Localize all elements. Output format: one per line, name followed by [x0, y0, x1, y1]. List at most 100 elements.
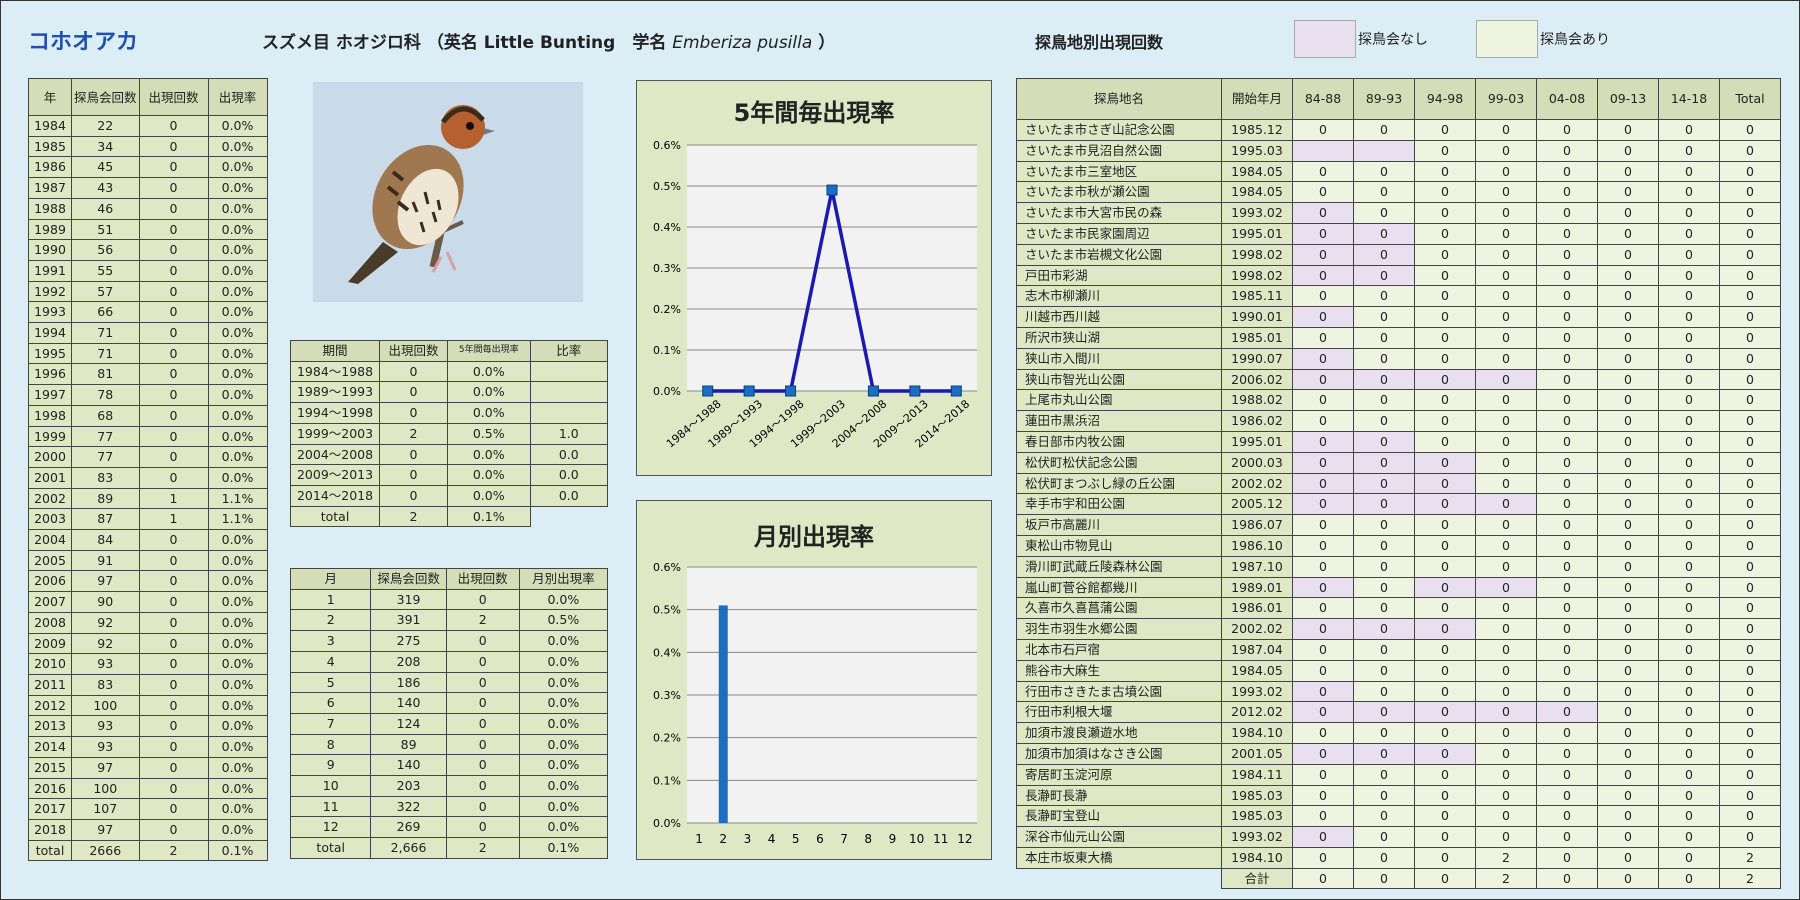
- monthly-cell: 0.1%: [518, 837, 609, 859]
- yearly-row: 1990 56 0 0.0%: [28, 239, 268, 261]
- yearly-cell: 2000: [28, 446, 72, 468]
- location-count-cell: 0: [1597, 326, 1659, 349]
- period-row: 1994～1998 0 0.0%: [289, 402, 609, 424]
- location-count-cell: 0: [1536, 451, 1598, 474]
- location-count-cell: 0: [1536, 493, 1598, 516]
- bar-xtick-label: 5: [792, 832, 800, 846]
- location-count-cell: 0: [1292, 659, 1354, 682]
- yearly-cell: 2011: [28, 673, 72, 696]
- location-count-cell: 0: [1353, 160, 1415, 183]
- location-count-cell: 0: [1536, 618, 1598, 640]
- legend-ari-label: 探鳥会あり: [1540, 32, 1610, 48]
- yearly-cell: 71: [71, 322, 140, 344]
- location-row: 北本市石戸宿 1987.04 0 0 0 0 0 0 0 0: [1016, 638, 1781, 661]
- yearly-cell: 0: [138, 404, 209, 427]
- species-title: コホオアカ: [28, 30, 139, 55]
- location-count-cell: 0: [1597, 430, 1659, 453]
- location-start-date: 1993.02: [1221, 202, 1293, 224]
- location-count-cell: 0: [1292, 805, 1354, 828]
- yearly-cell: 0: [138, 425, 209, 448]
- yearly-cell: 97: [71, 756, 140, 779]
- location-count-cell: 0: [1536, 763, 1598, 786]
- period-cell: 0: [379, 360, 448, 383]
- location-table-title: 探鳥地別出現回数: [1035, 33, 1164, 52]
- location-row: 蓮田市黒浜沼 1986.02 0 0 0 0 0 0 0 0: [1016, 410, 1781, 432]
- location-count-cell: 0: [1414, 410, 1476, 432]
- location-count-cell: 0: [1658, 160, 1720, 183]
- location-count-cell: 0: [1475, 326, 1537, 349]
- period-cell: 0.0: [529, 464, 609, 486]
- location-count-cell: 0: [1536, 638, 1598, 661]
- monthly-cell: 0.0%: [518, 754, 609, 777]
- location-name: 行田市さきたま古墳公園: [1016, 680, 1222, 703]
- period-cell: [529, 360, 609, 383]
- location-count-cell: 0: [1658, 347, 1720, 370]
- yearly-cell: 1985: [28, 135, 72, 158]
- monthly-cell: 2: [289, 609, 372, 632]
- period-cell: [529, 381, 609, 404]
- location-count-cell: 0: [1475, 514, 1537, 536]
- bar-mark: [718, 605, 728, 823]
- location-count-cell: 0: [1597, 222, 1659, 245]
- location-count-cell: 0: [1475, 222, 1537, 245]
- monthly-cell: 0.0%: [518, 816, 609, 839]
- location-count-cell: 0: [1719, 680, 1781, 703]
- monthly-cell: 269: [370, 816, 447, 839]
- location-count-cell: 0: [1597, 472, 1659, 495]
- location-count-cell: 0: [1353, 701, 1415, 724]
- yearly-cell: 71: [71, 342, 140, 365]
- location-count-cell: 0: [1292, 160, 1354, 183]
- location-name: 志木市柳瀬川: [1016, 285, 1222, 308]
- location-count-cell: 0: [1475, 805, 1537, 828]
- monthly-cell: 8: [289, 733, 372, 756]
- location-count-cell: 0: [1658, 326, 1720, 349]
- yearly-cell: 0: [138, 653, 209, 675]
- location-count-cell: 0: [1536, 181, 1598, 204]
- location-count-cell: 0: [1658, 805, 1720, 828]
- location-count-cell: 0: [1292, 326, 1354, 349]
- bar-ytick-label: 0.3%: [653, 689, 681, 702]
- location-count-cell: 0: [1414, 514, 1476, 536]
- yearly-cell: total: [28, 839, 72, 862]
- location-total-cell: 0: [1658, 867, 1720, 890]
- yearly-row: 1991 55 0 0.0%: [28, 259, 268, 282]
- yearly-cell: 0.0%: [207, 218, 268, 241]
- location-start-date: 1998.02: [1221, 243, 1293, 266]
- location-row: 寄居町玉淀河原 1984.11 0 0 0 0 0 0 0 0: [1016, 763, 1781, 786]
- location-row: 上尾市丸山公園 1988.02 0 0 0 0 0 0 0 0: [1016, 389, 1781, 412]
- location-count-cell: 0: [1414, 202, 1476, 224]
- yearly-cell: 92: [71, 611, 140, 634]
- bar-chart: 0.0%0.1%0.2%0.3%0.4%0.5%0.6%1 2 3 4 5 6 7 8 9 10 1…: [653, 561, 977, 846]
- location-count-cell: 0: [1597, 701, 1659, 724]
- period-cell: 0.0%: [446, 402, 531, 424]
- location-row: 戸田市彩湖 1998.02 0 0 0 0 0 0 0 0: [1016, 264, 1781, 287]
- location-count-cell: 0: [1414, 222, 1476, 245]
- period-cell: 0: [379, 381, 448, 404]
- yearly-cell: 0: [138, 446, 209, 468]
- location-name: さいたま市大宮市民の森: [1016, 202, 1222, 224]
- yearly-row: 2006 97 0 0.0%: [28, 570, 268, 593]
- location-count-cell: 0: [1353, 534, 1415, 557]
- location-count-cell: 0: [1597, 680, 1659, 703]
- period-cell: 0: [379, 484, 448, 507]
- location-count-cell: 0: [1597, 285, 1659, 308]
- period-cell: 0: [379, 464, 448, 486]
- bar-xtick-label: 2: [719, 832, 727, 846]
- location-count-cell: 0: [1719, 264, 1781, 287]
- location-count-cell: 0: [1414, 638, 1476, 661]
- yearly-cell: 2013: [28, 715, 72, 738]
- location-count-cell: 0: [1414, 534, 1476, 557]
- monthly-cell: total: [289, 837, 372, 859]
- location-count-cell: 0: [1597, 659, 1659, 682]
- yearly-row: 1993 66 0 0.0%: [28, 301, 268, 324]
- location-count-cell: 0: [1719, 763, 1781, 786]
- location-count-cell: 0: [1597, 243, 1659, 266]
- yearly-cell: 89: [71, 487, 140, 510]
- location-row: 幸手市宇和田公園 2005.12 0 0 0 0 0 0 0 0: [1016, 493, 1781, 516]
- location-count-cell: 0: [1414, 618, 1476, 640]
- location-start-date: 1990.07: [1221, 347, 1293, 370]
- taxon-end: ）: [812, 33, 836, 53]
- location-count-cell: 0: [1658, 722, 1720, 744]
- location-count-cell: 0: [1414, 181, 1476, 204]
- location-count-cell: 0: [1719, 119, 1781, 141]
